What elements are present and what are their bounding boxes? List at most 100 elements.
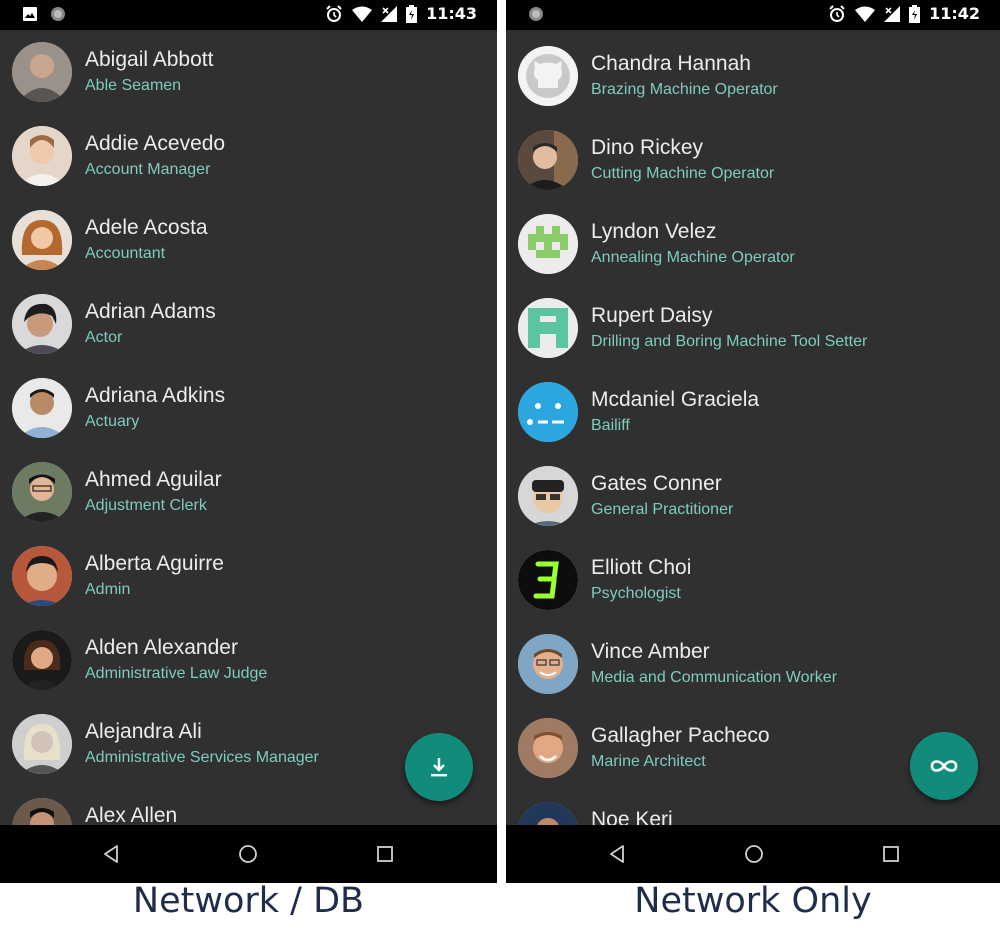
infinite-scroll-fab[interactable]: [910, 732, 978, 800]
contact-role: Administrative Law Judge: [85, 665, 268, 682]
list-item[interactable]: Dino Rickey Cutting Machine Operator: [506, 118, 1000, 202]
signal-icon: [884, 5, 901, 22]
list-item[interactable]: Alden Alexander Administrative Law Judge: [0, 618, 497, 702]
avatar: [12, 462, 72, 522]
avatar: [518, 298, 578, 358]
status-time: 11:42: [929, 4, 980, 23]
alarm-icon: [829, 4, 845, 22]
alarm-icon: [326, 4, 342, 22]
avatar: [12, 42, 72, 102]
avatar: [12, 294, 72, 354]
network-only-caption: Network Only: [634, 881, 872, 921]
infinity-icon: [930, 760, 958, 772]
contact-role: Brazing Machine Operator: [591, 81, 778, 98]
recents-icon[interactable]: [879, 842, 903, 866]
list-item[interactable]: Adrian Adams Actor: [0, 282, 497, 366]
contact-role: Psychologist: [591, 585, 681, 602]
contact-role: Adjustment Clerk: [85, 497, 207, 514]
status-bar: 11:42: [506, 0, 1000, 30]
network-only-phone: 11:42 Chandra Hannah Brazing Machine Ope…: [506, 0, 1000, 883]
contact-name: Lyndon Velez: [591, 220, 717, 243]
avatar: [12, 378, 72, 438]
contact-role: Cutting Machine Operator: [591, 165, 775, 182]
avatar: [12, 126, 72, 186]
contact-role: Administrative Services Manager: [85, 749, 319, 766]
download-fab[interactable]: [405, 733, 473, 801]
list-item[interactable]: Addie Acevedo Account Manager: [0, 114, 497, 198]
avatar: [518, 46, 578, 106]
navigation-bar: [0, 825, 497, 883]
download-icon: [431, 758, 447, 777]
list-item[interactable]: Abigail Abbott Able Seamen: [0, 30, 497, 114]
status-time: 11:43: [426, 4, 477, 23]
list-item[interactable]: Chandra Hannah Brazing Machine Operator: [506, 34, 1000, 118]
contact-role: Marine Architect: [591, 753, 706, 770]
contact-name: Mcdaniel Graciela: [591, 388, 760, 411]
home-icon[interactable]: [236, 842, 260, 866]
status-bar: 11:43: [0, 0, 497, 30]
contact-name: Gates Conner: [591, 472, 722, 495]
back-icon[interactable]: [605, 842, 629, 866]
sync-notification-icon: [529, 7, 543, 21]
wifi-icon: [352, 6, 373, 22]
avatar: [12, 798, 72, 825]
contact-role: Account Manager: [85, 161, 211, 178]
back-icon[interactable]: [99, 842, 123, 866]
contact-name: Adriana Adkins: [85, 384, 226, 407]
avatar: [518, 718, 578, 778]
contact-name: Vince Amber: [591, 640, 710, 663]
contact-list[interactable]: Abigail Abbott Able Seamen Addie Acevedo…: [0, 30, 497, 825]
contact-role: Drilling and Boring Machine Tool Setter: [591, 333, 868, 350]
avatar: [12, 210, 72, 270]
list-item[interactable]: Rupert Daisy Drilling and Boring Machine…: [506, 286, 1000, 370]
divider: [497, 0, 506, 883]
contact-name: Alden Alexander: [85, 636, 238, 659]
avatar: [518, 634, 578, 694]
list-item[interactable]: Elliott Choi Psychologist: [506, 538, 1000, 622]
contact-name: Elliott Choi: [591, 556, 692, 579]
contact-name: Abigail Abbott: [85, 48, 214, 71]
list-item[interactable]: Alberta Aguirre Admin: [0, 534, 497, 618]
contact-name: Gallagher Pacheco: [591, 724, 770, 747]
contact-role: Able Seamen: [85, 77, 182, 94]
contact-name: Ahmed Aguilar: [85, 468, 222, 491]
home-icon[interactable]: [742, 842, 766, 866]
contact-name: Rupert Daisy: [591, 304, 713, 327]
list-item[interactable]: Adriana Adkins Actuary: [0, 366, 497, 450]
contact-name: Alex Allen: [85, 804, 178, 825]
signal-icon: [381, 5, 398, 22]
list-item[interactable]: Vince Amber Media and Communication Work…: [506, 622, 1000, 706]
recents-icon[interactable]: [373, 842, 397, 866]
contact-name: Addie Acevedo: [85, 132, 226, 155]
list-item[interactable]: Ahmed Aguilar Adjustment Clerk: [0, 450, 497, 534]
avatar: [518, 802, 578, 825]
contact-role: Accountant: [85, 245, 166, 262]
contact-name: Adrian Adams: [85, 300, 216, 323]
list-item[interactable]: Adele Acosta Accountant: [0, 198, 497, 282]
avatar: [518, 130, 578, 190]
avatar: [12, 630, 72, 690]
avatar: [518, 214, 578, 274]
list-item[interactable]: Mcdaniel Graciela Bailiff: [506, 370, 1000, 454]
avatar: [12, 546, 72, 606]
contact-role: Annealing Machine Operator: [591, 249, 795, 266]
navigation-bar: [506, 825, 1000, 883]
battery-icon: [909, 4, 921, 23]
contact-name: Chandra Hannah: [591, 52, 751, 75]
avatar: [12, 714, 72, 774]
contact-list[interactable]: Chandra Hannah Brazing Machine Operator …: [506, 30, 1000, 825]
sync-notification-icon: [51, 7, 65, 21]
contact-name: Dino Rickey: [591, 136, 704, 159]
list-item[interactable]: Gates Conner General Practitioner: [506, 454, 1000, 538]
wifi-icon: [855, 6, 876, 22]
battery-icon: [406, 4, 418, 23]
contact-role: Bailiff: [591, 417, 630, 434]
avatar: [518, 550, 578, 610]
list-item[interactable]: Lyndon Velez Annealing Machine Operator: [506, 202, 1000, 286]
contact-name: Alejandra Ali: [85, 720, 202, 743]
contact-role: Media and Communication Worker: [591, 669, 838, 686]
contact-role: Actuary: [85, 413, 140, 430]
contact-name: Adele Acosta: [85, 216, 208, 239]
image-notification-icon: [23, 7, 37, 21]
network-db-caption: Network / DB: [132, 881, 365, 921]
